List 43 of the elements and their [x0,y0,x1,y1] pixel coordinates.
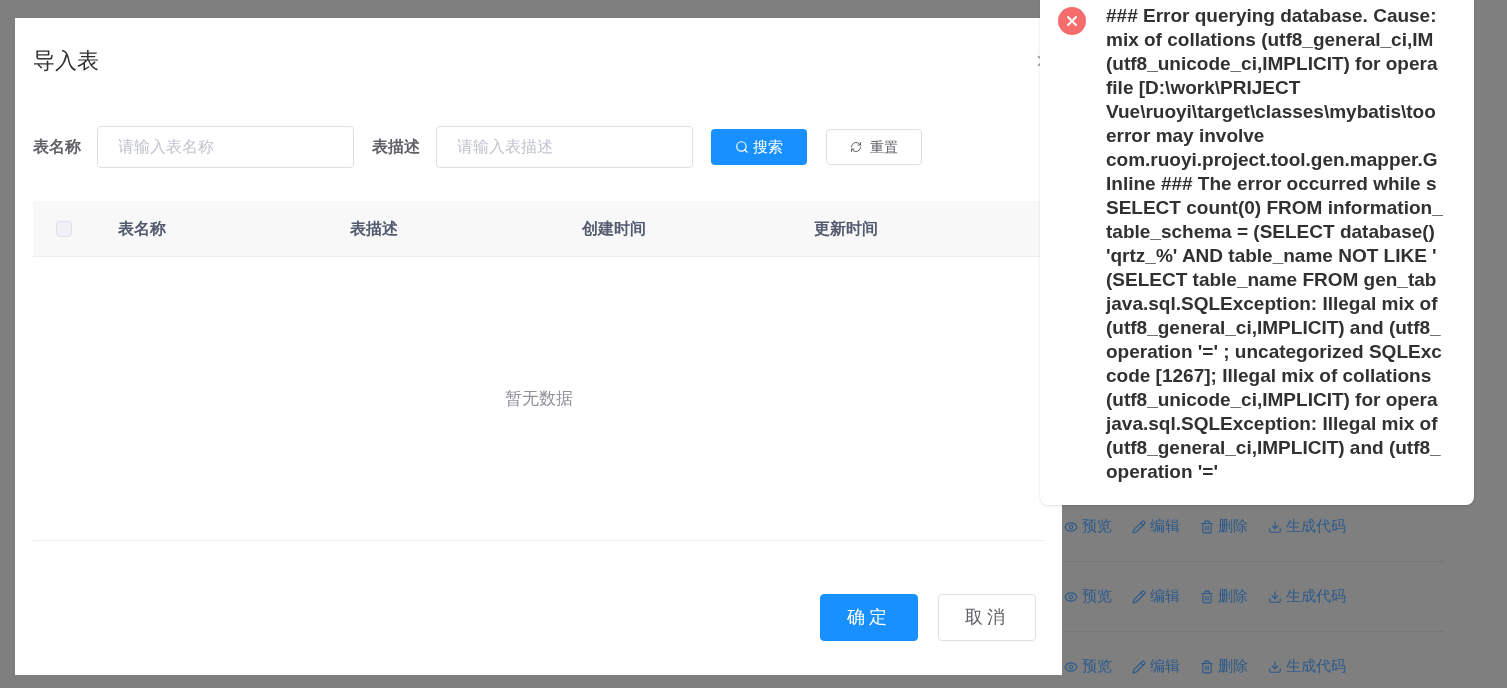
action-link[interactable]: 删除 [1200,515,1248,538]
download-icon [1268,519,1282,534]
action-link[interactable]: 编辑 [1132,655,1180,678]
select-all-checkbox[interactable] [56,220,72,237]
action-link[interactable]: 编辑 [1132,585,1180,608]
search-icon [735,140,749,154]
action-link[interactable]: 删除 [1200,585,1248,608]
error-icon [1058,7,1086,35]
pencil-icon [1132,659,1146,674]
trash-icon [1200,589,1214,604]
filter-label: 表名称 [33,137,81,157]
trash-icon [1200,519,1214,534]
confirm-button[interactable]: 确定 [820,594,918,641]
column-header: 创建时间 [582,219,646,237]
filter-label: 表描述 [372,137,420,157]
refresh-icon [850,141,862,153]
pencil-icon [1132,519,1146,534]
download-icon [1268,589,1282,604]
eye-icon [1064,519,1078,534]
empty-text: 暂无数据 [504,387,573,410]
error-message: ### Error querying database. Cause: mix of collations (utf8_general_ci,IM (utf8_unicode_ci,IMPLICIT) for opera file [D:\work\PRIJECT Vue\ruoyi\target\classes\mybatis\too error may involve com.ruoyi.project.tool.gen.mapper.G Inline ### The error occurred while s SELECT count(0) FROM information_ table_schema = (SELECT database() 'qrtz_%' AND table_name NOT LIKE ' (SELECT table_name FROM gen_tab java.sql.SQLException: Illegal mix of (utf8_general_ci,IMPLICIT) and (utf8_ operation '=' ; uncategorized SQLExc code [1267]; Illegal mix of collations (utf8_unicode_ci,IMPLICIT) for opera java.sql.SQLException: Illegal mix of (utf8_general_ci,IMPLICIT) and (utf8_ operation '=' [1106,4,1443,484]
pencil-icon [1132,589,1146,604]
action-link[interactable]: 编辑 [1132,515,1180,538]
filter-input[interactable]: 请输入表名称 [97,126,354,168]
column-header: 表名称 [118,219,166,237]
action-link[interactable]: 生成代码 [1268,585,1346,608]
search-button[interactable]: 搜索 [711,129,807,165]
dialog-title: 导入表 [33,47,99,75]
reset-button[interactable]: 重置 [826,129,922,165]
cancel-button[interactable]: 取消 [938,594,1036,641]
action-link[interactable]: 预览 [1064,515,1112,538]
column-header: 更新时间 [814,219,878,237]
action-link[interactable]: 预览 [1064,585,1112,608]
eye-icon [1064,589,1078,604]
download-icon [1268,659,1282,674]
action-link[interactable]: 生成代码 [1268,655,1346,678]
action-link[interactable]: 生成代码 [1268,515,1346,538]
action-link[interactable]: 删除 [1200,655,1248,678]
column-header: 表描述 [350,219,398,237]
action-link[interactable]: 预览 [1064,655,1112,678]
trash-icon [1200,659,1214,674]
filter-input[interactable]: 请输入表描述 [436,126,693,168]
eye-icon [1064,659,1078,674]
